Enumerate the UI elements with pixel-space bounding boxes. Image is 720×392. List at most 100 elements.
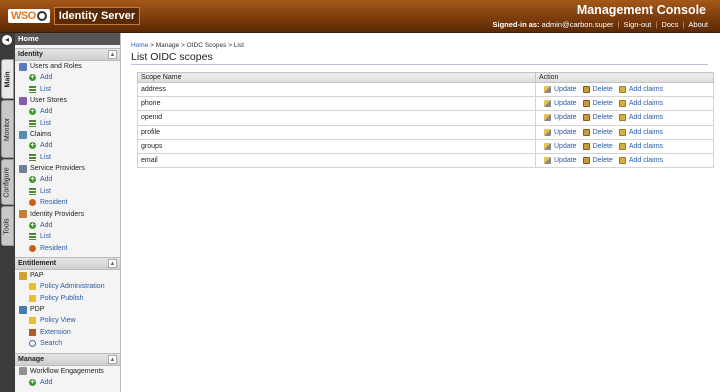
claims-icon <box>19 130 27 139</box>
tab-main[interactable]: Main <box>1 59 14 99</box>
logo-text: WSO <box>8 9 50 23</box>
action-cell: Update Delete Add claims <box>535 96 714 112</box>
product-name: Identity Server <box>53 7 141 25</box>
sidebar-item-service-providers-add[interactable]: + Add <box>15 174 120 186</box>
delete-link[interactable]: Delete <box>582 128 613 136</box>
delete-label: Delete <box>592 100 613 108</box>
column-header-scope-name: Scope Name <box>137 72 536 83</box>
update-label: Update <box>554 86 577 94</box>
tab-configure[interactable]: Configure <box>1 159 14 205</box>
breadcrumb-path: > Manage > OIDC Scopes > List <box>150 42 244 49</box>
sidebar-item-workflow-engagements-add[interactable]: + Add <box>15 377 120 389</box>
header-bar: WSO Identity Server Management Console S… <box>0 0 720 33</box>
add-claims-label: Add claims <box>628 114 664 122</box>
sidebar-group-label: Identity Providers <box>30 210 85 218</box>
action-cell: Update Delete Add claims <box>535 152 714 169</box>
sidebar-item-users-and-roles-add[interactable]: + Add <box>15 72 120 84</box>
add-icon: + <box>29 108 36 116</box>
sidebar-group-label: PDP <box>30 306 45 313</box>
search-icon <box>29 340 36 348</box>
sidebar-item-pdp-search[interactable]: Search <box>15 338 120 350</box>
wso2-logo[interactable]: WSO Identity Server <box>8 7 141 25</box>
update-label: Update <box>554 100 577 108</box>
edit-icon <box>544 128 551 136</box>
update-link[interactable]: Update <box>544 128 577 136</box>
sidebar-item-label: Policy Publish <box>40 294 84 302</box>
collapse-icon[interactable]: ▲ <box>108 354 117 364</box>
update-link[interactable]: Update <box>544 157 577 165</box>
sign-out-link[interactable]: Sign-out <box>619 20 655 29</box>
sidebar-item-claims-list[interactable]: List <box>15 152 120 164</box>
delete-link[interactable]: Delete <box>582 86 613 94</box>
docs-link[interactable]: Docs <box>657 20 682 29</box>
delete-link[interactable]: Delete <box>582 142 613 150</box>
update-link[interactable]: Update <box>544 142 577 150</box>
add-claims-icon <box>618 114 626 122</box>
breadcrumb: Home > Manage > OIDC Scopes > List <box>131 42 244 49</box>
sidebar-item-pdp-policy-view[interactable]: Policy View <box>15 315 120 327</box>
extension-icon <box>29 328 36 336</box>
delete-link[interactable]: Delete <box>582 100 613 108</box>
collapse-icon[interactable]: ▲ <box>108 50 117 59</box>
section-entitlement[interactable]: Entitlement ▲ <box>15 257 120 270</box>
add-claims-icon <box>618 128 626 136</box>
add-claims-link[interactable]: Add claims <box>618 100 663 108</box>
sidebar-item-users-and-roles-list[interactable]: List <box>15 84 120 96</box>
trash-icon <box>582 128 590 136</box>
add-claims-link[interactable]: Add claims <box>618 128 663 136</box>
breadcrumb-home[interactable]: Home <box>131 42 148 49</box>
update-link[interactable]: Update <box>544 114 577 122</box>
sidebar-group-user-stores: User Stores <box>15 95 120 106</box>
sidebar-item-pap-policy-administration[interactable]: Policy Administration <box>15 281 120 293</box>
sidebar-item-identity-providers-add[interactable]: + Add <box>15 220 120 232</box>
sidebar-group-pap: PAP <box>15 270 120 281</box>
sidebar-item-pdp-extension[interactable]: Extension <box>15 327 120 339</box>
sidebar-item-label: List <box>40 233 51 240</box>
sidebar-item-pap-policy-publish[interactable]: Policy Publish <box>15 293 120 305</box>
update-link[interactable]: Update <box>544 100 577 108</box>
user-stores-icon <box>19 96 27 105</box>
tab-tools[interactable]: Tools <box>1 206 14 246</box>
collapse-menu-icon[interactable]: ◂ <box>2 35 12 45</box>
page-title: List OIDC scopes <box>131 51 213 63</box>
identity-providers-icon <box>19 210 27 218</box>
add-claims-link[interactable]: Add claims <box>618 157 663 165</box>
sidebar-item-user-stores-add[interactable]: + Add <box>15 106 120 118</box>
section-identity[interactable]: Identity ▲ <box>15 48 120 61</box>
table-row: phone Update Delete Add claims <box>137 96 714 112</box>
add-claims-link[interactable]: Add claims <box>618 114 664 122</box>
add-icon: + <box>29 221 36 229</box>
top-links: Signed-in as: admin@carbon.super | Sign-… <box>488 20 712 29</box>
collapse-icon[interactable]: ▲ <box>108 259 117 268</box>
update-label: Update <box>554 114 577 122</box>
sidebar-item-user-stores-list[interactable]: List <box>15 118 120 130</box>
sidebar-item-label: Add <box>40 378 53 386</box>
about-link[interactable]: About <box>684 20 712 29</box>
sidebar-item-label: Add <box>40 221 53 229</box>
delete-link[interactable]: Delete <box>582 114 613 122</box>
trash-icon <box>582 114 590 122</box>
sidebar-item-service-providers-resident[interactable]: Resident <box>15 197 120 209</box>
section-manage[interactable]: Manage ▲ <box>15 352 120 366</box>
pap-icon <box>19 271 27 280</box>
sidebar-item-identity-providers-resident[interactable]: Resident <box>15 243 120 255</box>
tab-monitor[interactable]: Monitor <box>1 100 14 158</box>
sidebar-home[interactable]: Home <box>15 33 120 45</box>
update-link[interactable]: Update <box>544 86 577 94</box>
add-claims-link[interactable]: Add claims <box>618 142 663 150</box>
add-claims-link[interactable]: Add claims <box>618 86 663 94</box>
sidebar-item-identity-providers-list[interactable]: List <box>15 231 120 243</box>
sidebar-item-service-providers-list[interactable]: List <box>15 186 120 198</box>
sidebar-group-pdp: PDP <box>15 304 120 315</box>
sidebar-item-label: Add <box>40 108 53 115</box>
list-icon <box>29 119 36 127</box>
add-icon: + <box>29 74 36 82</box>
title-divider <box>131 64 708 65</box>
delete-label: Delete <box>592 86 613 94</box>
sidebar-item-claims-add[interactable]: + Add <box>15 140 120 152</box>
delete-link[interactable]: Delete <box>582 157 613 165</box>
table-row: address Update Delete Add claims <box>137 81 714 98</box>
update-label: Update <box>554 157 577 165</box>
trash-icon <box>582 142 590 150</box>
list-icon <box>29 85 36 93</box>
